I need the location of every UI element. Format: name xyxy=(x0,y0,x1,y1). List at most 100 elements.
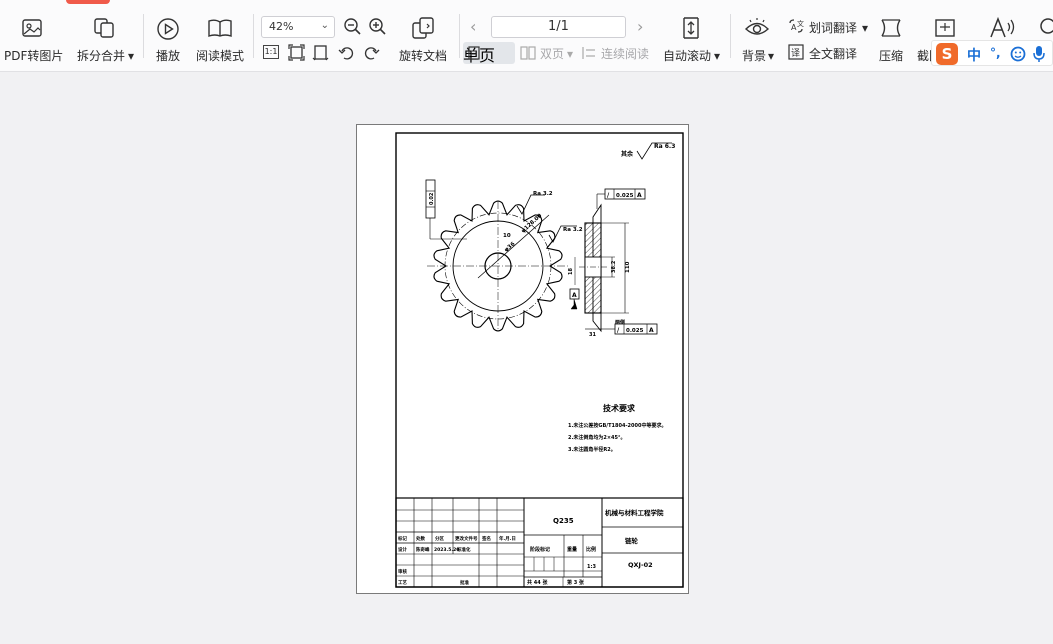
rotate-document-label: 旋转文档 xyxy=(399,49,448,63)
drawing-number: QXJ-02 xyxy=(628,561,653,569)
page-number-input[interactable]: 1/1 xyxy=(491,16,626,38)
sheet-number: 第 3 张 xyxy=(567,579,585,586)
double-page-button[interactable]: 双页 ▾ xyxy=(520,42,576,64)
zoom-in-icon[interactable] xyxy=(368,17,388,37)
screenshot-icon xyxy=(935,19,955,37)
ime-toolbar[interactable]: S 中 °, xyxy=(931,40,1053,66)
auto-scroll-label: 自动滚动 xyxy=(663,49,712,63)
split-merge-button[interactable]: 拆分合并 ▾ xyxy=(74,0,136,70)
sprocket-side-view xyxy=(579,203,607,333)
single-page-icon xyxy=(468,46,480,60)
stage-mark-label: 阶段标记 xyxy=(530,546,550,553)
single-page-button[interactable]: 单页 xyxy=(463,42,515,65)
read-mode-button[interactable]: 阅读模式 xyxy=(192,0,248,70)
col-date: 年.月.日 xyxy=(499,535,516,542)
fit-width-icon[interactable] xyxy=(312,44,329,61)
compress-label: 压缩 xyxy=(879,49,904,63)
toolbar: PDF转图片 拆分合并 ▾ 播放 阅读模式 42% ⌄ 1:1 旋转文档 ‹ 1… xyxy=(0,0,1053,72)
chevron-down-icon: ▾ xyxy=(128,49,135,63)
dim-31: 31 xyxy=(589,332,596,338)
prev-page-icon[interactable]: ‹ xyxy=(470,17,476,36)
roughness-symbol-a xyxy=(516,194,545,215)
svg-text:文: 文 xyxy=(797,19,804,28)
roughness-note-text: 其余 xyxy=(621,150,634,158)
emoji-icon[interactable] xyxy=(1010,46,1026,62)
tolerance-left-value: 0.02 xyxy=(429,192,435,205)
split-merge-icon xyxy=(94,18,114,38)
fit-page-icon[interactable] xyxy=(288,44,305,61)
full-translate-button[interactable]: 译 全文翻译 xyxy=(788,42,868,64)
next-page-icon[interactable]: › xyxy=(637,17,643,36)
tech-requirement-1: 1.未注公差按GB/T1804-2000中等要求。 xyxy=(568,422,666,429)
pdf-to-image-button[interactable]: PDF转图片 xyxy=(0,0,64,70)
part-name: 链轮 xyxy=(624,536,639,545)
chevron-down-icon: ▾ xyxy=(768,49,775,63)
sheet-total: 共 44 张 xyxy=(527,579,548,586)
divider xyxy=(253,14,254,58)
tech-requirement-2: 2.未注倒角均为2×45°。 xyxy=(568,434,626,441)
scale-value: 1:3 xyxy=(587,564,596,570)
row-standardization: 标准化 xyxy=(456,546,471,553)
split-merge-label: 拆分合并 xyxy=(77,49,126,63)
ra-b: Ra 3.2 xyxy=(563,227,583,233)
continuous-label: 连续阅读 xyxy=(601,47,650,61)
background-label: 背景 xyxy=(742,49,767,63)
divider xyxy=(143,14,144,58)
rotate-right-icon[interactable] xyxy=(363,44,380,61)
eye-icon xyxy=(744,18,770,35)
scale-label: 比例 xyxy=(586,546,596,553)
col-change: 更改文件号 xyxy=(455,535,478,542)
row-process: 工艺 xyxy=(398,579,407,586)
weight-label: 重量 xyxy=(567,546,577,553)
svg-text:译: 译 xyxy=(791,48,800,59)
roughness-value: Ra 6.3 xyxy=(654,143,675,150)
rotate-document-button[interactable]: 旋转文档 xyxy=(395,0,453,70)
image-convert-icon xyxy=(22,19,42,37)
full-translate-icon: 译 xyxy=(788,44,804,60)
continuous-icon xyxy=(582,47,595,59)
engineering-drawing: 其余 Ra 6.3 φ128.00 10 φ36 0.02 Ra 3.2 Ra … xyxy=(395,132,684,588)
tech-requirements-title: 技术要求 xyxy=(603,403,636,413)
chevron-down-icon: ▾ xyxy=(567,47,574,61)
ime-language[interactable]: 中 xyxy=(967,45,981,65)
document-page: 其余 Ra 6.3 φ128.00 10 φ36 0.02 Ra 3.2 Ra … xyxy=(356,124,689,594)
material: Q235 xyxy=(553,517,574,525)
school-name: 机械与材料工程学院 xyxy=(605,508,664,517)
sogou-logo: S xyxy=(936,43,958,65)
background-button[interactable]: 背景 ▾ xyxy=(738,0,778,70)
designer-name: 陈奇峰 xyxy=(416,546,430,553)
rotate-document-icon xyxy=(412,17,434,39)
read-aloud-icon[interactable] xyxy=(988,16,1016,40)
auto-scroll-button[interactable]: 自动滚动 ▾ xyxy=(660,0,722,70)
page-indicator: 1/1 xyxy=(548,19,569,34)
actual-size-button[interactable]: 1:1 xyxy=(263,45,279,59)
col-zone: 分区 xyxy=(435,535,444,542)
search-icon[interactable] xyxy=(1038,17,1053,39)
auto-scroll-icon xyxy=(683,17,699,39)
tolerance-bottom-value: 0.025 xyxy=(626,328,644,334)
dim-110: 110 xyxy=(625,261,631,273)
rotate-left-icon[interactable] xyxy=(338,44,355,61)
compress-button[interactable]: 压缩 xyxy=(874,0,910,70)
divider xyxy=(459,14,460,58)
tolerance-bottom-datum: A xyxy=(649,327,654,334)
drawing-frame xyxy=(395,132,684,588)
chevron-down-icon: ▾ xyxy=(714,49,721,63)
tech-requirement-3: 3.未注圆角半径R2。 xyxy=(568,446,616,453)
continuous-read-button[interactable]: 连续阅读 xyxy=(582,42,654,64)
microphone-icon[interactable] xyxy=(1032,45,1046,63)
ime-punctuation[interactable]: °, xyxy=(990,46,1001,60)
word-translate-button[interactable]: A 文 划词翻译 ▾ xyxy=(788,16,870,38)
zoom-select[interactable]: 42% ⌄ xyxy=(261,16,335,38)
book-icon xyxy=(208,19,232,37)
play-icon xyxy=(157,18,179,40)
ra-a: Ra 3.2 xyxy=(533,191,553,197)
translate-icon: A 文 xyxy=(789,19,804,33)
tolerance-top-datum: A xyxy=(637,192,642,199)
col-count: 处数 xyxy=(415,535,425,542)
dim-10: 10 xyxy=(503,233,511,239)
chevron-down-icon: ▾ xyxy=(862,21,869,35)
play-button[interactable]: 播放 xyxy=(150,0,188,70)
zoom-out-icon[interactable] xyxy=(343,17,363,37)
dim-18: 18 xyxy=(568,268,574,275)
